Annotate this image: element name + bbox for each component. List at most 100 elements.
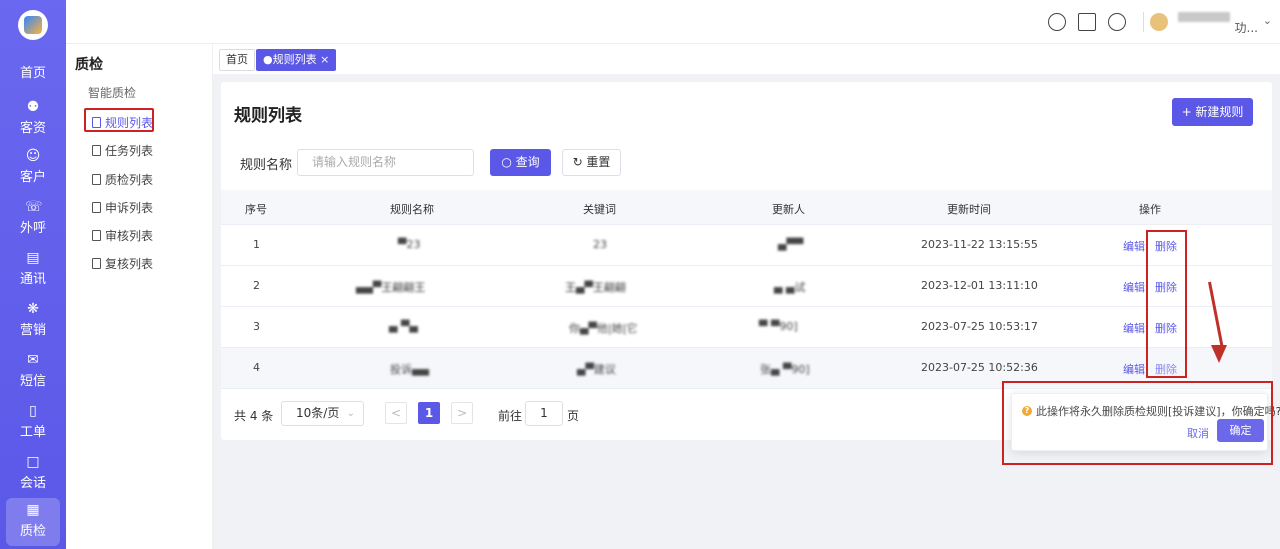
subnav-item-label: 审核列表: [105, 228, 154, 243]
users-icon: ⚉: [26, 99, 40, 115]
rule-name-input[interactable]: 请输入规则名称: [297, 149, 474, 176]
goto-unit: 页: [567, 409, 580, 423]
subnav-group: 智能质检: [88, 86, 137, 100]
subnav-item-recheck[interactable]: 复核列表: [92, 255, 153, 271]
edit-link[interactable]: 编辑: [1123, 238, 1145, 254]
page-1-button[interactable]: 1: [418, 402, 440, 424]
reset-button[interactable]: ↻ 重置: [562, 149, 621, 176]
nav-item-contacts[interactable]: ▤ 通讯: [0, 250, 66, 300]
table-row: 1 ▀23 23 ▄▀▀ 2023-11-22 13:15:55 编辑 删除: [221, 225, 1272, 266]
nav-label-contacts: 通讯: [19, 272, 46, 287]
document-icon: [92, 173, 101, 185]
table-header: 序号 规则名称 关键词 更新人 更新时间 操作: [221, 190, 1272, 225]
cell-index: 1: [253, 238, 260, 251]
page-title: 规则列表: [234, 106, 302, 126]
col-name: 规则名称: [390, 203, 434, 216]
contacts-icon: ▤: [26, 250, 40, 266]
cell-name: ▄ ▀▄: [389, 320, 418, 333]
user-name[interactable]: 功...: [1178, 8, 1258, 36]
edit-link[interactable]: 编辑: [1123, 361, 1145, 377]
edit-link[interactable]: 编辑: [1123, 320, 1145, 336]
cell-time: 2023-12-01 13:11:10: [921, 279, 1038, 292]
cell-keyword: 王▄▀王翩翩: [565, 281, 626, 294]
nav-item-chat[interactable]: □ 会话: [0, 454, 66, 504]
cell-updater: 张▄ ▀90]: [760, 363, 810, 376]
nav-item-outbound[interactable]: ☏ 外呼: [0, 199, 66, 249]
new-rule-button[interactable]: + 新建规则: [1172, 98, 1253, 126]
col-index: 序号: [245, 203, 267, 216]
cell-time: 2023-07-25 10:52:36: [921, 361, 1038, 374]
cell-updater: ▄▀▀: [778, 238, 804, 251]
app-logo[interactable]: [18, 10, 48, 40]
document-icon: [92, 257, 101, 269]
tabs-bar: 首页 ●规则列表 ×: [213, 44, 1280, 74]
user-name-suffix: 功...: [1234, 21, 1258, 35]
subnav-item-tasks[interactable]: 任务列表: [92, 142, 153, 158]
table-row: 3 ▄ ▀▄ 你▄▀他|她|它 ▀ ▀90] 2023-07-25 10:53:…: [221, 307, 1272, 348]
goto-label: 前往: [498, 409, 523, 423]
subnav-item-qc[interactable]: 质检列表: [92, 171, 153, 187]
cell-name: ▀23: [398, 238, 421, 251]
phone-out-icon: ☏: [25, 199, 43, 215]
cell-index: 4: [253, 361, 260, 374]
cell-updater: ▀ ▀90]: [759, 320, 798, 333]
col-keyword: 关键词: [583, 203, 616, 216]
query-button[interactable]: ○ 查询: [490, 149, 551, 176]
highlight-box-rules: [84, 108, 154, 132]
nav-label-home: 首页: [19, 66, 46, 81]
nav-label-ticket: 工单: [19, 425, 46, 440]
document-icon: [92, 201, 101, 213]
chevron-down-icon[interactable]: ⌄: [1263, 14, 1272, 27]
filter-label: 规则名称: [240, 158, 293, 173]
nav-label-chat: 会话: [19, 476, 46, 491]
tab-rules[interactable]: ●规则列表 ×: [256, 49, 337, 71]
subnav-item-label: 复核列表: [105, 256, 154, 271]
cell-keyword: 你▄▀他|她|它: [569, 322, 638, 335]
edit-link[interactable]: 编辑: [1123, 279, 1145, 295]
user-name-redacted: [1178, 12, 1230, 22]
divider: [1143, 12, 1144, 32]
document-icon: [92, 229, 101, 241]
qc-icon: ▦: [26, 502, 40, 518]
avatar[interactable]: [1150, 13, 1168, 31]
tab-home[interactable]: 首页: [219, 49, 255, 71]
goto-page-input[interactable]: 1: [525, 401, 563, 426]
marketing-icon: ❋: [27, 301, 39, 317]
cell-keyword: ▄▀建议: [577, 363, 616, 376]
cell-index: 3: [253, 320, 260, 333]
nav-label-leads: 客资: [19, 121, 46, 136]
page-size-select[interactable]: 10条/页 ⌄: [281, 401, 364, 426]
nav-item-ticket[interactable]: ▯ 工单: [0, 403, 66, 453]
arrow-head-icon: [1211, 345, 1227, 363]
cell-name: ▄▄▀王翩翩王: [356, 281, 426, 294]
nav-item-qc[interactable]: ▦ 质检: [6, 498, 60, 546]
nav-label-sms: 短信: [19, 374, 46, 389]
clipboard-icon: ▯: [29, 403, 37, 419]
nav-item-sms[interactable]: ✉ 短信: [0, 352, 66, 402]
prev-page-button[interactable]: <: [385, 402, 407, 424]
main-nav-bar: 首页 ⚉ 客资 ☺ 客户 ☏ 外呼 ▤ 通讯 ❋ 营销 ✉ 短信 ▯ 工单 □ …: [0, 0, 66, 549]
subnav-item-review[interactable]: 审核列表: [92, 227, 153, 243]
subnav-item-appeal[interactable]: 申诉列表: [92, 199, 153, 215]
highlight-box-delete: [1146, 230, 1187, 378]
nav-item-customer[interactable]: ☺ 客户: [0, 148, 66, 198]
book-icon[interactable]: [1078, 13, 1096, 31]
sms-icon: ✉: [27, 352, 39, 368]
table-row: 2 ▄▄▀王翩翩王 王▄▀王翩翩 ▄ ▄试 2023-12-01 13:11:1…: [221, 266, 1272, 307]
cell-time: 2023-07-25 10:53:17: [921, 320, 1038, 333]
cell-keyword: 23: [593, 238, 607, 251]
cell-index: 2: [253, 279, 260, 292]
nav-label-qc: 质检: [19, 524, 46, 539]
headset-icon[interactable]: [1048, 13, 1066, 31]
chat-icon: □: [26, 454, 40, 470]
nav-item-marketing[interactable]: ❋ 营销: [0, 301, 66, 351]
subnav-item-label: 任务列表: [105, 143, 154, 158]
nav-label-marketing: 营销: [19, 323, 46, 338]
pager-total: 共 4 条: [234, 409, 274, 423]
nav-label-customer: 客户: [19, 170, 46, 185]
message-icon[interactable]: [1108, 13, 1126, 31]
next-page-button[interactable]: >: [451, 402, 473, 424]
subnav-item-label: 质检列表: [105, 172, 154, 187]
subnav-item-label: 申诉列表: [105, 200, 154, 215]
nav-item-leads[interactable]: ⚉ 客资: [0, 99, 66, 149]
